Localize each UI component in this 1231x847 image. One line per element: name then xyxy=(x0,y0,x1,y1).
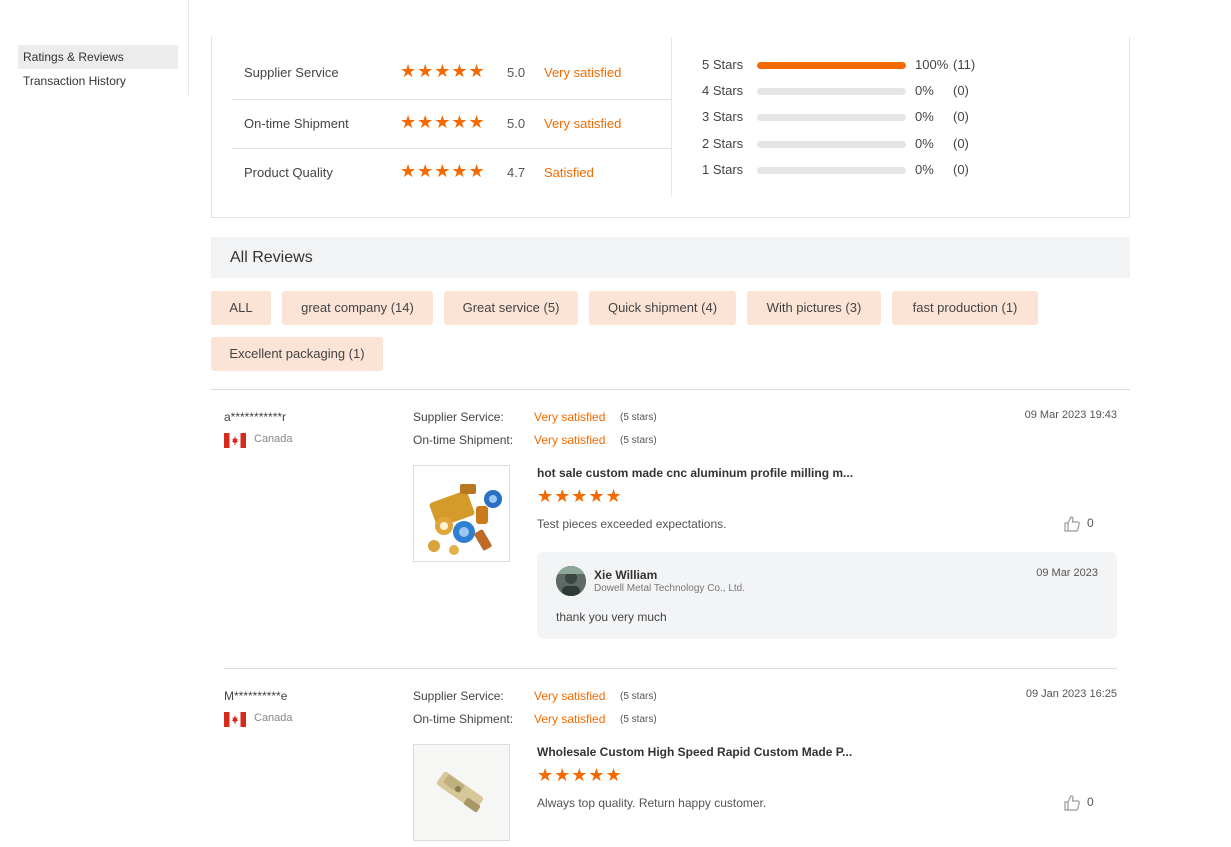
all-reviews-header: All Reviews xyxy=(211,237,1130,278)
rating-summary-panel: Supplier Service ★★★★★ 5.0 Very satisfie… xyxy=(211,37,1130,218)
panel-divider xyxy=(671,37,672,197)
tag-all[interactable]: ALL xyxy=(211,291,271,325)
like-button[interactable]: 0 xyxy=(1063,794,1103,814)
tag-fast-production[interactable]: fast production (1) xyxy=(892,291,1038,325)
review-comment: Test pieces exceeded expectations. xyxy=(537,517,727,531)
star-rating: ★★★★★ xyxy=(400,161,486,181)
tag-great-service[interactable]: Great service (5) xyxy=(444,291,578,325)
review-date: 09 Jan 2023 16:25 xyxy=(1025,688,1117,700)
distribution-percent: 0% xyxy=(915,83,934,98)
product-image-machined-part xyxy=(414,745,509,840)
distribution-label: 2 Stars xyxy=(702,136,744,151)
distribution-label: 5 Stars xyxy=(702,57,744,72)
ontime-shipment-stars: (5 stars) xyxy=(620,714,657,725)
thumbs-up-icon xyxy=(1064,795,1080,811)
thumbs-up-icon xyxy=(1064,516,1080,532)
distribution-bar xyxy=(757,114,906,121)
distribution-bar xyxy=(757,88,906,95)
supplier-reply: Xie William Dowell Metal Technology Co.,… xyxy=(537,552,1117,639)
distribution-count: (0) xyxy=(953,109,969,124)
reviewer-name: a***********r xyxy=(224,410,287,424)
review-date: 09 Mar 2023 19:43 xyxy=(1024,409,1117,421)
rating-score: 5.0 xyxy=(507,116,526,131)
sidebar-item-transaction-history[interactable]: Transaction History xyxy=(18,69,178,93)
tag-great-company[interactable]: great company (14) xyxy=(282,291,433,325)
distribution-bar xyxy=(757,141,906,148)
ontime-shipment-label: On-time Shipment: xyxy=(413,712,514,726)
review-item: M**********e Canada Supplier Service: Ve… xyxy=(211,669,1130,847)
supplier-service-value: Very satisfied xyxy=(534,689,606,703)
product-star-rating: ★★★★★ xyxy=(537,486,623,506)
reviewer-name: M**********e xyxy=(224,689,288,703)
distribution-label: 4 Stars xyxy=(702,83,744,98)
product-title[interactable]: Wholesale Custom High Speed Rapid Custom… xyxy=(537,745,852,759)
review-comment: Always top quality. Return happy custome… xyxy=(537,796,767,810)
reviewer-country: Canada xyxy=(254,712,293,724)
star-rating: ★★★★★ xyxy=(400,61,486,81)
product-title[interactable]: hot sale custom made cnc aluminum profil… xyxy=(537,466,853,480)
satisfaction-text: Very satisfied xyxy=(544,65,622,80)
reply-author-name: Xie William xyxy=(594,568,658,582)
reply-date: 09 Mar 2023 xyxy=(1036,567,1098,579)
distribution-label: 1 Stars xyxy=(702,162,744,177)
distribution-row-4: 4 Stars 0% (0) xyxy=(702,83,1002,103)
canada-flag-icon xyxy=(224,712,246,727)
distribution-fill xyxy=(757,62,906,69)
supplier-service-label: Supplier Service: xyxy=(413,689,504,703)
distribution-percent: 0% xyxy=(915,136,934,151)
product-thumbnail[interactable] xyxy=(413,465,510,562)
distribution-row-5: 5 Stars 100% (11) xyxy=(702,57,1002,77)
distribution-label: 3 Stars xyxy=(702,109,744,124)
rating-label: On-time Shipment xyxy=(244,116,349,131)
distribution-percent: 100% xyxy=(915,57,949,72)
reply-text: thank you very much xyxy=(556,610,667,624)
ontime-shipment-value: Very satisfied xyxy=(534,433,606,447)
distribution-count: (0) xyxy=(953,83,969,98)
supplier-service-stars: (5 stars) xyxy=(620,691,657,702)
distribution-count: (0) xyxy=(953,136,969,151)
like-count: 0 xyxy=(1087,795,1094,809)
distribution-row-3: 3 Stars 0% (0) xyxy=(702,109,1002,129)
distribution-count: (0) xyxy=(953,162,969,177)
star-rating: ★★★★★ xyxy=(400,112,486,132)
ontime-shipment-value: Very satisfied xyxy=(534,712,606,726)
rating-score: 4.7 xyxy=(507,165,526,180)
supplier-service-stars: (5 stars) xyxy=(620,412,657,423)
tag-with-pictures[interactable]: With pictures (3) xyxy=(747,291,881,325)
all-reviews-title: All Reviews xyxy=(230,249,313,266)
like-count: 0 xyxy=(1087,516,1094,530)
like-button[interactable]: 0 xyxy=(1063,515,1103,535)
canada-flag-icon xyxy=(224,433,246,448)
rating-row-supplier-service: Supplier Service ★★★★★ 5.0 Very satisfie… xyxy=(212,49,671,99)
rating-label: Supplier Service xyxy=(244,65,339,80)
product-star-rating: ★★★★★ xyxy=(537,765,623,785)
review-item: a***********r Canada Supplier Service: V… xyxy=(211,390,1130,670)
distribution-row-2: 2 Stars 0% (0) xyxy=(702,136,1002,156)
rating-score: 5.0 xyxy=(507,65,526,80)
rating-label: Product Quality xyxy=(244,165,333,180)
distribution-bar xyxy=(757,167,906,174)
distribution-percent: 0% xyxy=(915,109,934,124)
supplier-service-label: Supplier Service: xyxy=(413,410,504,424)
avatar xyxy=(556,566,586,596)
sidebar-item-ratings-reviews[interactable]: Ratings & Reviews xyxy=(18,45,178,69)
product-thumbnail[interactable] xyxy=(413,744,510,841)
product-image-cnc-parts xyxy=(428,484,502,555)
distribution-row-1: 1 Stars 0% (0) xyxy=(702,162,1002,182)
distribution-percent: 0% xyxy=(915,162,934,177)
reply-company: Dowell Metal Technology Co., Ltd. xyxy=(594,583,746,594)
rating-row-product-quality: Product Quality ★★★★★ 4.7 Satisfied xyxy=(212,149,671,199)
distribution-bar xyxy=(757,62,906,69)
sidebar: Ratings & Reviews Transaction History xyxy=(0,0,189,95)
satisfaction-text: Very satisfied xyxy=(544,116,622,131)
tag-excellent-packaging[interactable]: Excellent packaging (1) xyxy=(211,337,383,371)
tag-quick-shipment[interactable]: Quick shipment (4) xyxy=(589,291,736,325)
satisfaction-text: Satisfied xyxy=(544,165,594,180)
ontime-shipment-label: On-time Shipment: xyxy=(413,433,514,447)
rating-row-ontime-shipment: On-time Shipment ★★★★★ 5.0 Very satisfie… xyxy=(232,99,671,149)
ontime-shipment-stars: (5 stars) xyxy=(620,435,657,446)
distribution-count: (11) xyxy=(953,57,976,72)
reviewer-country: Canada xyxy=(254,433,293,445)
supplier-service-value: Very satisfied xyxy=(534,410,606,424)
